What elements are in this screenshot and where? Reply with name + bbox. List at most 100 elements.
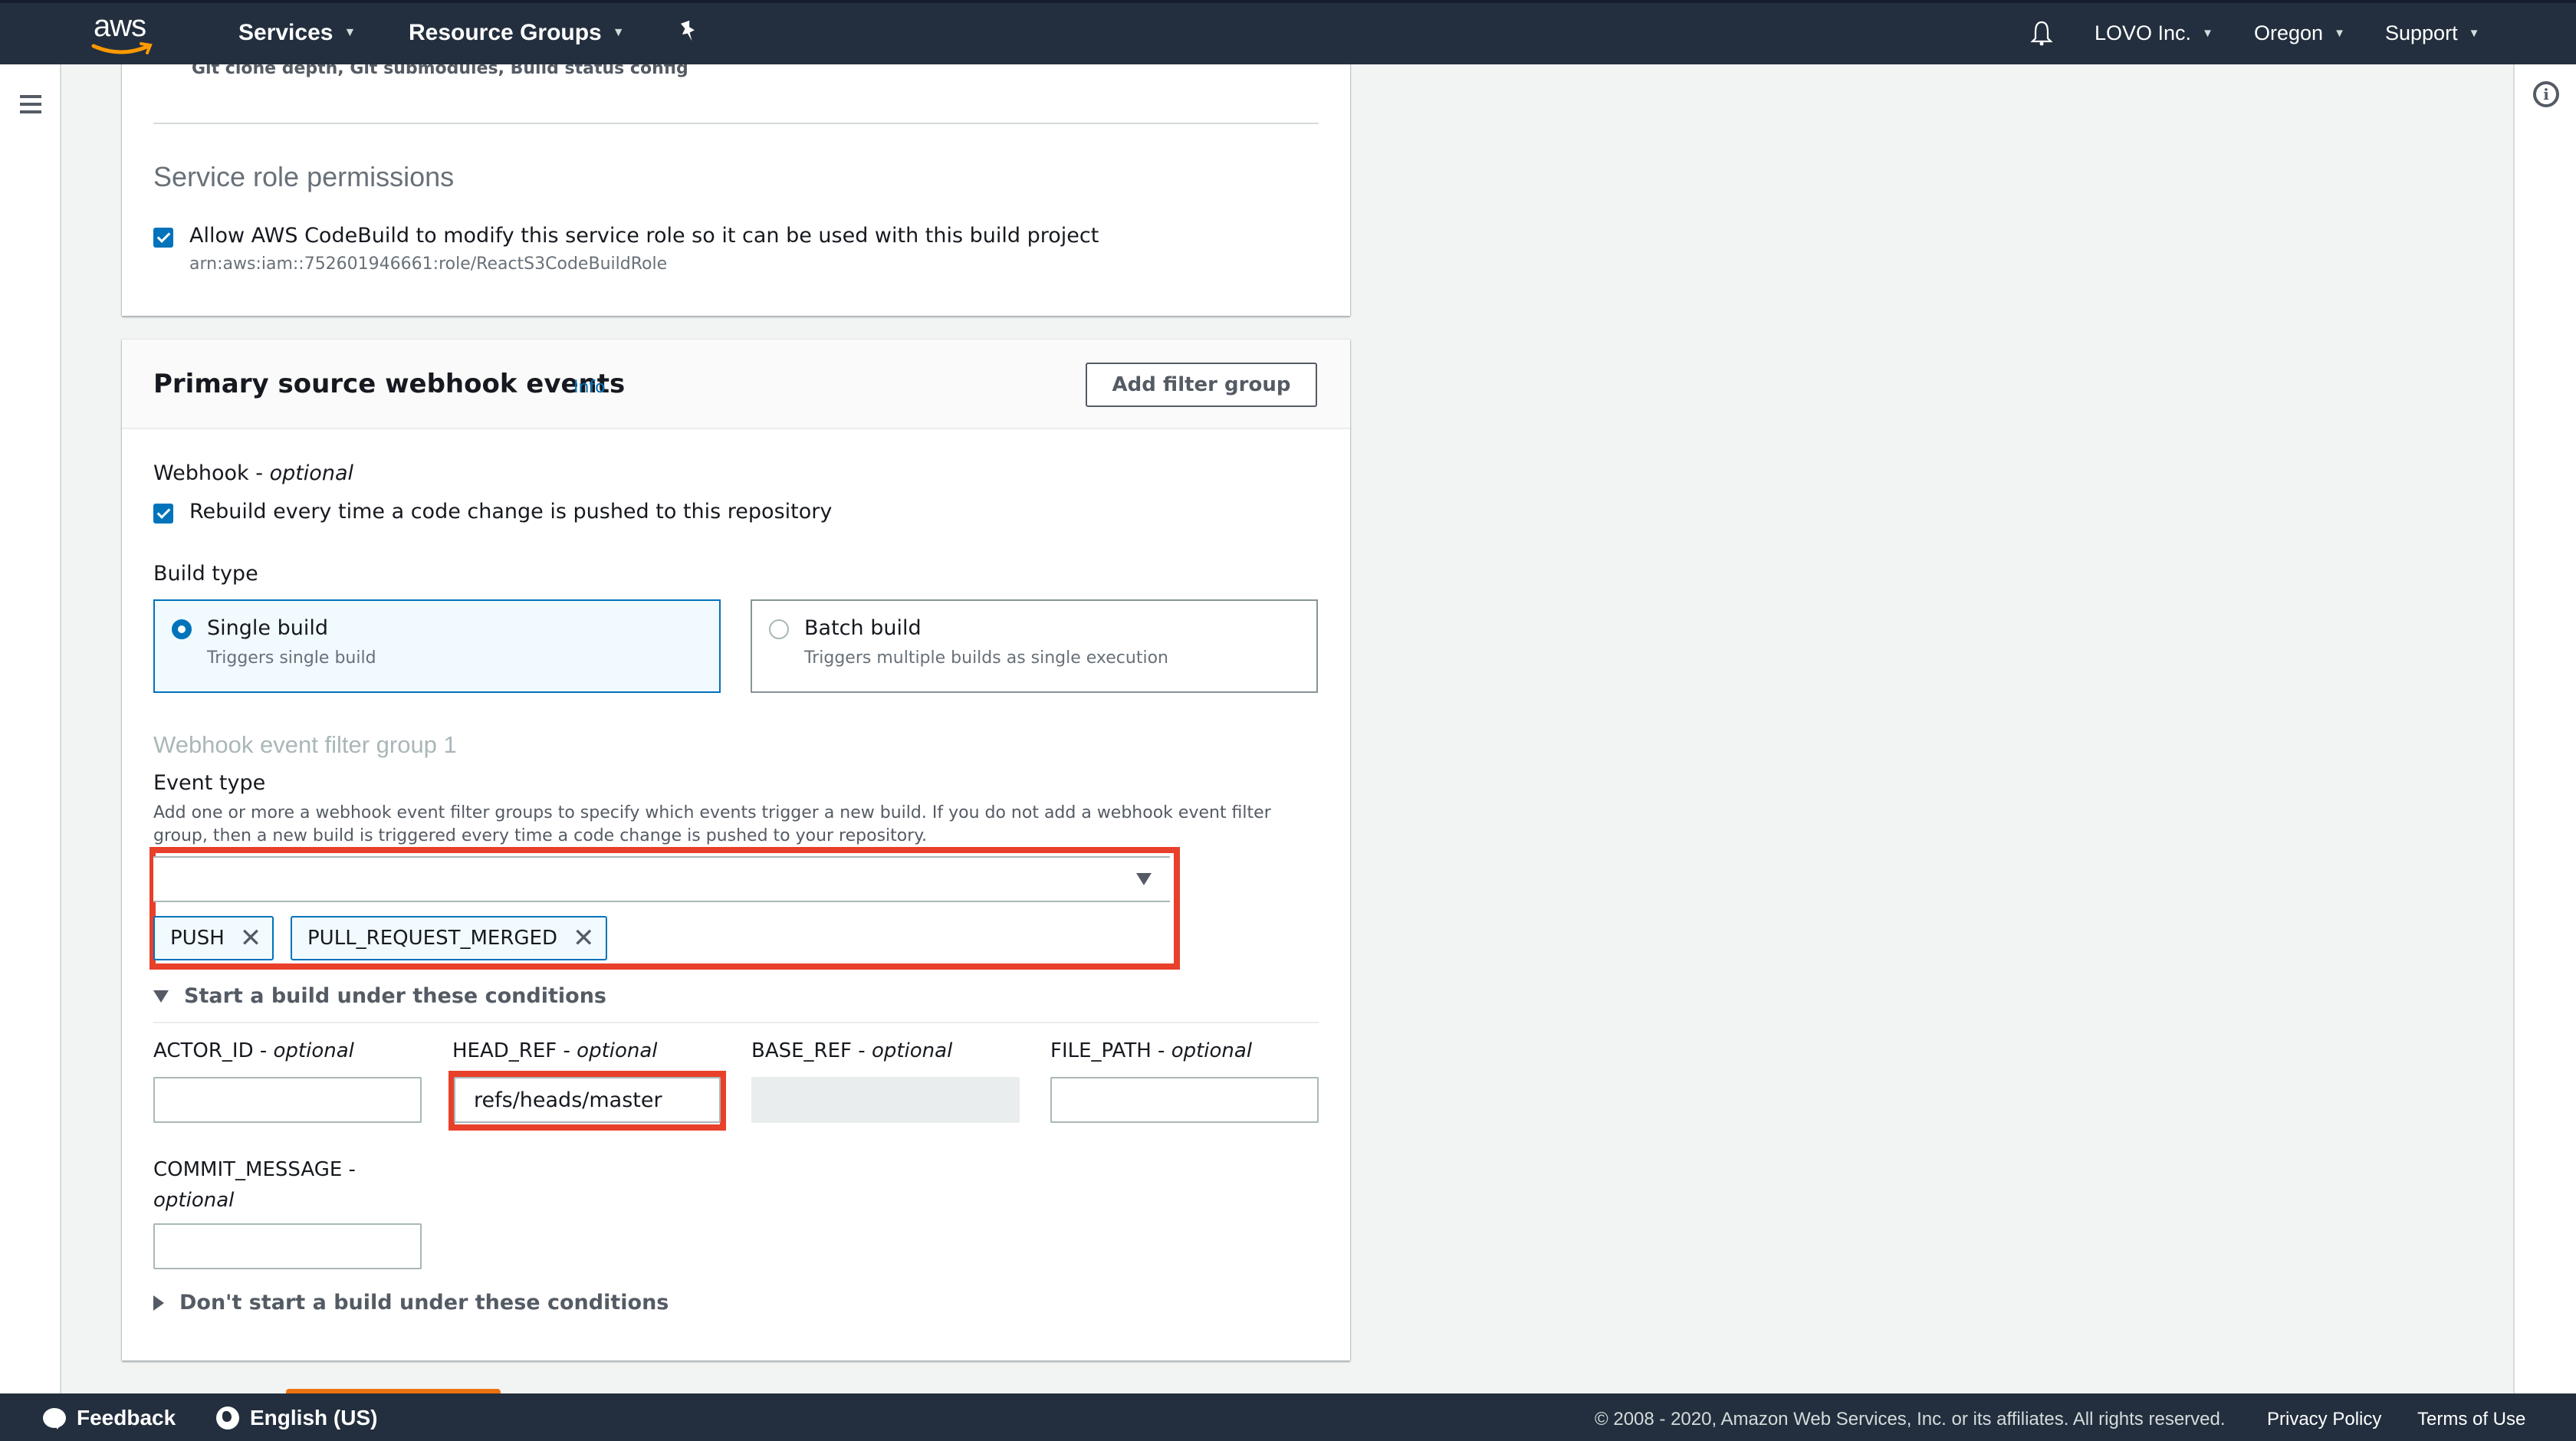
label-part: - <box>253 1039 274 1062</box>
build-type-label: Build type <box>153 562 258 586</box>
bell-icon <box>2030 21 2053 46</box>
head-ref-label: HEAD_REF - optional <box>452 1039 658 1062</box>
build-type-single-tile[interactable]: Single build Triggers single build <box>153 599 721 693</box>
rebuild-checkbox[interactable] <box>153 504 173 524</box>
card-header: Primary source webhook events Info Add f… <box>122 340 1350 429</box>
add-filter-group-button[interactable]: Add filter group <box>1086 363 1317 407</box>
tile-description: Triggers multiple builds as single execu… <box>804 648 1168 668</box>
actor-id-input[interactable] <box>153 1077 422 1123</box>
feedback-label: Feedback <box>77 1406 176 1430</box>
file-path-label: FILE_PATH - optional <box>1050 1039 1252 1062</box>
section-divider <box>153 1022 1319 1023</box>
optional-tag: optional <box>269 461 353 485</box>
webhook-label-text: Webhook - <box>153 461 270 485</box>
terms-of-use-link[interactable]: Terms of Use <box>2417 1409 2525 1430</box>
language-selector[interactable]: English (US) <box>216 1406 377 1430</box>
section-divider <box>153 123 1319 124</box>
aws-logo-text: aws <box>94 9 146 43</box>
region-menu[interactable]: Oregon ▼ <box>2254 21 2345 45</box>
label-part: FILE_PATH <box>1050 1039 1152 1062</box>
role-arn: arn:aws:iam::752601946661:role/ReactS3Co… <box>189 254 668 274</box>
label-part: optional <box>273 1039 354 1062</box>
account-label: LOVO Inc. <box>2095 21 2192 44</box>
pin-icon <box>680 20 695 41</box>
label-part: BASE_REF <box>751 1039 853 1062</box>
account-menu[interactable]: LOVO Inc. ▼ <box>2095 21 2213 45</box>
commit-message-input[interactable] <box>153 1223 422 1269</box>
label-part: - <box>852 1039 872 1062</box>
caret-down-icon <box>1136 873 1152 885</box>
head-ref-input[interactable] <box>454 1077 721 1123</box>
webhook-label: Webhook - optional <box>153 461 353 485</box>
chevron-down-icon: ▼ <box>343 26 356 39</box>
tile-label: Single build <box>207 616 328 640</box>
resource-groups-menu[interactable]: Resource Groups ▼ <box>409 20 625 46</box>
caret-down-icon <box>153 990 169 1003</box>
globe-icon <box>216 1407 239 1430</box>
top-navigation-bar: aws Services ▼ Resource Groups ▼ LOVO In… <box>0 0 2576 64</box>
base-ref-input <box>751 1077 1020 1123</box>
tile-label: Batch build <box>804 616 922 640</box>
label-part: ACTOR_ID <box>153 1039 254 1062</box>
left-sidebar <box>0 64 61 1393</box>
chevron-down-icon: ▼ <box>2468 27 2480 40</box>
base-ref-label: BASE_REF - optional <box>751 1039 952 1062</box>
feedback-button[interactable]: Feedback <box>43 1406 176 1430</box>
services-label: Services <box>238 20 334 45</box>
copyright-text: © 2008 - 2020, Amazon Web Services, Inc.… <box>1595 1409 2226 1430</box>
event-type-label: Event type <box>153 771 266 795</box>
label-part: optional <box>153 1189 235 1212</box>
label-part: HEAD_REF <box>452 1039 557 1062</box>
filter-group-heading: Webhook event filter group 1 <box>153 731 457 758</box>
label-part: optional <box>1171 1039 1253 1062</box>
label-part: - <box>342 1158 356 1181</box>
remove-token-icon[interactable]: ✕ <box>240 925 262 951</box>
dont-start-conditions-expander[interactable]: Don't start a build under these conditio… <box>153 1291 669 1315</box>
notifications-button[interactable] <box>2030 20 2053 48</box>
support-menu[interactable]: Support ▼ <box>2385 21 2479 45</box>
expander-label: Start a build under these conditions <box>184 984 606 1008</box>
caret-right-icon <box>153 1295 164 1311</box>
label-part: COMMIT_MESSAGE <box>153 1158 343 1181</box>
info-link[interactable]: Info <box>573 378 606 397</box>
build-type-batch-tile[interactable]: Batch build Triggers multiple builds as … <box>751 599 1318 693</box>
label-part: - <box>557 1039 577 1062</box>
rebuild-label[interactable]: Rebuild every time a code change is push… <box>189 500 832 524</box>
remove-token-icon[interactable]: ✕ <box>573 925 595 951</box>
card-title: Primary source webhook events <box>153 369 626 399</box>
info-icon[interactable]: i <box>2533 81 2559 107</box>
footer: Feedback English (US) © 2008 - 2020, Ama… <box>0 1393 2576 1441</box>
smile-arrow-icon <box>91 42 153 54</box>
service-role-card: Git clone depth, Git submodules, Build s… <box>122 46 1350 316</box>
event-token-push: PUSH ✕ <box>153 916 274 960</box>
actor-id-label: ACTOR_ID - optional <box>153 1039 354 1062</box>
language-label: English (US) <box>250 1406 378 1430</box>
event-token-pull-request-merged: PULL_REQUEST_MERGED ✕ <box>291 916 607 960</box>
privacy-policy-link[interactable]: Privacy Policy <box>2267 1409 2381 1430</box>
token-label: PUSH <box>170 927 225 950</box>
single-build-radio[interactable] <box>172 619 192 639</box>
resource-groups-label: Resource Groups <box>409 20 602 45</box>
speech-bubble-icon <box>43 1408 66 1430</box>
tile-description: Triggers single build <box>207 648 376 668</box>
label-part: optional <box>871 1039 953 1062</box>
batch-build-radio[interactable] <box>769 619 789 639</box>
allow-modify-role-label[interactable]: Allow AWS CodeBuild to modify this servi… <box>189 224 1099 248</box>
right-tools-panel: i <box>2513 64 2576 1393</box>
allow-modify-role-checkbox[interactable] <box>153 228 173 248</box>
menu-icon[interactable] <box>20 95 41 113</box>
expander-label: Don't start a build under these conditio… <box>179 1291 669 1315</box>
chevron-down-icon: ▼ <box>612 26 625 39</box>
commit-message-label: COMMIT_MESSAGE - optional <box>153 1154 356 1216</box>
chevron-down-icon: ▼ <box>2202 27 2213 40</box>
support-label: Support <box>2385 21 2458 44</box>
label-part: optional <box>577 1039 658 1062</box>
start-conditions-expander[interactable]: Start a build under these conditions <box>153 984 606 1008</box>
event-type-description: Add one or more a webhook event filter g… <box>153 803 1271 845</box>
pin-button[interactable] <box>679 20 698 43</box>
file-path-input[interactable] <box>1050 1077 1319 1123</box>
event-type-select[interactable] <box>153 856 1170 902</box>
aws-logo[interactable]: aws <box>90 9 159 58</box>
services-menu[interactable]: Services ▼ <box>238 20 356 46</box>
webhook-events-card: Primary source webhook events Info Add f… <box>122 340 1350 1361</box>
